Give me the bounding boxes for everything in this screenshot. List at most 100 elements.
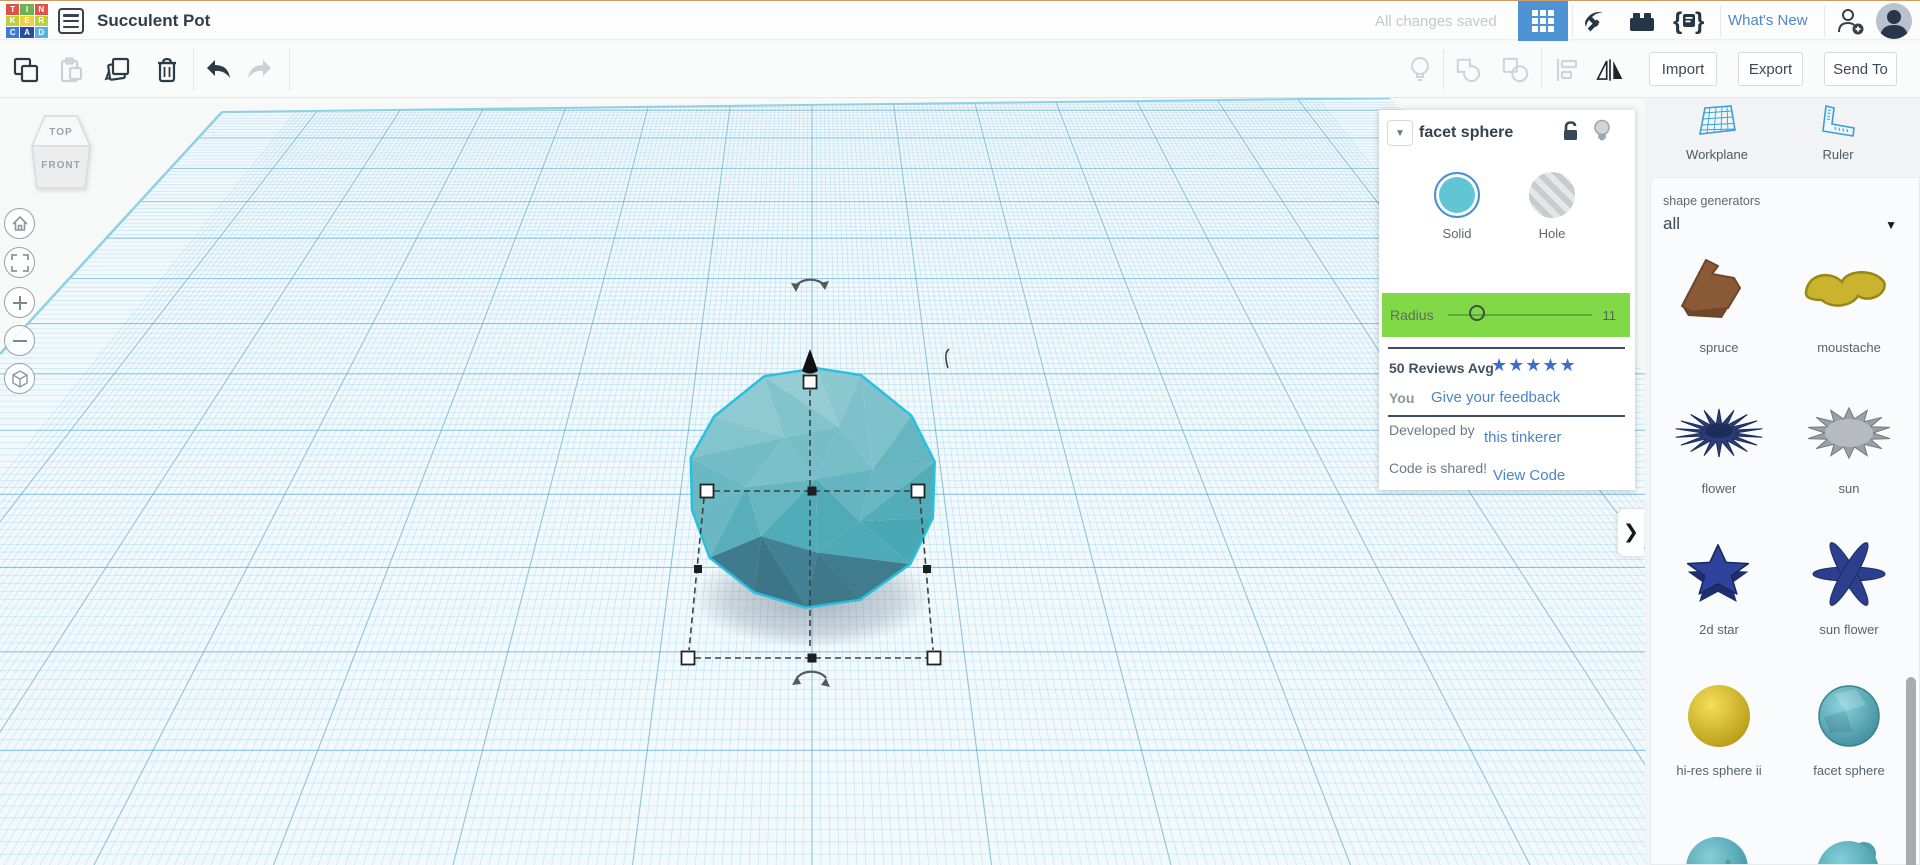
mirror-icon[interactable] xyxy=(1596,56,1624,84)
logo-tile: I xyxy=(20,4,34,15)
zoom-out-button[interactable] xyxy=(4,325,35,356)
developer-link[interactable]: this tinkerer xyxy=(1484,429,1562,446)
perspective-toggle-button[interactable] xyxy=(4,363,35,394)
radius-value: 11 xyxy=(1602,307,1617,323)
svg-text:}: } xyxy=(1695,8,1704,34)
dashboard-grid-button[interactable] xyxy=(1518,1,1568,41)
import-button[interactable]: Import xyxy=(1649,52,1717,86)
inspector-collapse-button[interactable]: ▼ xyxy=(1387,120,1413,146)
logo-tile: D xyxy=(34,27,48,38)
shape-tile-label: sun xyxy=(1838,481,1860,496)
shape-tile-sun-flower[interactable]: sun flower xyxy=(1784,524,1914,665)
edge-handle[interactable] xyxy=(694,565,702,573)
brick-icon[interactable] xyxy=(1625,7,1659,35)
sphere_blob-icon xyxy=(1784,806,1914,864)
design-menu-icon[interactable] xyxy=(58,8,84,34)
logo-tile: K xyxy=(6,15,20,27)
shape-tile-label: facet sphere xyxy=(1813,763,1885,778)
you-label: You xyxy=(1389,390,1415,406)
logo-tile: R xyxy=(34,15,48,27)
export-button[interactable]: Export xyxy=(1738,52,1803,86)
workplane-tool[interactable]: Workplane xyxy=(1657,104,1777,162)
chevron-down-icon[interactable]: ▼ xyxy=(1885,218,1897,232)
lock-icon[interactable] xyxy=(1561,121,1580,146)
star-rating[interactable]: ★★★★★ xyxy=(1491,355,1577,376)
viewcube-front-face[interactable]: FRONT xyxy=(28,160,94,171)
redo-icon[interactable] xyxy=(246,56,274,84)
send-to-button[interactable]: Send To xyxy=(1824,52,1897,86)
separator xyxy=(289,49,290,90)
edge-handle[interactable] xyxy=(807,653,817,663)
shape-tile-flower[interactable]: flower xyxy=(1654,383,1784,524)
shape-tile-moustache[interactable]: moustache xyxy=(1784,242,1914,383)
shape-generators-card: shape generators all ▼ spruce moustache fl… xyxy=(1650,177,1920,865)
shape-tile-label: spruce xyxy=(1699,340,1739,355)
minecraft-pickaxe-icon[interactable] xyxy=(1578,7,1612,35)
ruler-tool[interactable]: Ruler xyxy=(1778,104,1898,162)
home-view-button[interactable] xyxy=(4,208,35,239)
invite-person-icon[interactable] xyxy=(1833,7,1867,35)
design-title: Succulent Pot xyxy=(97,11,211,30)
shape-tile-unnamed[interactable] xyxy=(1784,806,1914,864)
view-code-link[interactable]: View Code xyxy=(1493,467,1565,484)
shape-tile-unnamed[interactable] xyxy=(1654,806,1784,864)
show-all-icon[interactable] xyxy=(1406,56,1434,84)
shape-tile-sun[interactable]: sun xyxy=(1784,383,1914,524)
collapse-panel-handle[interactable]: ❯ xyxy=(1617,508,1644,557)
align-icon[interactable] xyxy=(1553,56,1581,84)
radius-slider-knob[interactable] xyxy=(1469,305,1485,321)
fit-view-button[interactable] xyxy=(4,247,35,278)
copy-icon[interactable] xyxy=(12,56,40,84)
undo-icon[interactable] xyxy=(204,56,232,84)
scale-handle[interactable] xyxy=(802,374,818,390)
scale-handle[interactable] xyxy=(680,650,696,666)
ruler-label: Ruler xyxy=(1822,147,1854,162)
view-cube[interactable]: TOP FRONT xyxy=(28,110,94,198)
radius-parameter-row: Radius 11 xyxy=(1382,293,1630,337)
paste-icon[interactable] xyxy=(57,56,85,84)
sphere_dimpled-icon xyxy=(1654,806,1784,864)
logo-tile: C xyxy=(6,27,20,38)
sidebar-scrollbar[interactable] xyxy=(1906,677,1916,865)
scale-handle[interactable] xyxy=(926,650,942,666)
code-shared-label: Code is shared! xyxy=(1389,460,1488,476)
scale-handle[interactable] xyxy=(699,483,715,499)
generator-filter-select[interactable]: all xyxy=(1663,214,1680,234)
scale-handle[interactable] xyxy=(910,483,926,499)
hole-label: Hole xyxy=(1538,226,1566,241)
shape-tile-label: moustache xyxy=(1817,340,1881,355)
edge-handle[interactable] xyxy=(923,565,931,573)
shape-tile-facet-sphere[interactable]: facet sphere xyxy=(1784,665,1914,806)
shape-tile-label: 2d star xyxy=(1699,622,1739,637)
separator xyxy=(1720,5,1721,37)
ungroup-icon[interactable] xyxy=(1502,56,1530,84)
logo-tile: A xyxy=(20,27,34,38)
delete-icon[interactable] xyxy=(153,56,181,84)
shape-tile-label: flower xyxy=(1701,481,1737,496)
separator xyxy=(1541,49,1542,90)
viewcube-top-face[interactable]: TOP xyxy=(28,127,94,138)
user-avatar[interactable] xyxy=(1876,3,1912,39)
inspector-title: facet sphere xyxy=(1419,124,1514,141)
lightbulb-icon[interactable] xyxy=(1593,119,1611,148)
duplicate-icon[interactable] xyxy=(103,56,131,84)
give-feedback-link[interactable]: Give your feedback xyxy=(1431,389,1560,406)
divider xyxy=(1388,415,1625,417)
radius-label: Radius xyxy=(1390,307,1434,323)
shape-tile-2d-star[interactable]: 2d star xyxy=(1654,524,1784,665)
separator xyxy=(1443,49,1444,90)
edge-handle[interactable] xyxy=(807,486,817,496)
codeblocks-icon[interactable]: { } xyxy=(1672,7,1706,35)
hole-material-option[interactable]: Hole xyxy=(1512,172,1592,241)
grid-icon xyxy=(1532,10,1554,32)
workplane-label: Workplane xyxy=(1686,147,1748,162)
group-icon[interactable] xyxy=(1455,56,1483,84)
svg-text:{: { xyxy=(1673,8,1682,34)
solid-material-option[interactable]: Solid xyxy=(1417,172,1497,241)
shape-tile-spruce[interactable]: spruce xyxy=(1654,242,1784,383)
shape-tile-hi-res-sphere-ii[interactable]: hi-res sphere ii xyxy=(1654,665,1784,806)
reviews-average-label: 50 Reviews Avg xyxy=(1389,360,1494,376)
zoom-in-button[interactable] xyxy=(4,287,35,318)
tinkercad-logo[interactable]: TIN KER CAD xyxy=(6,4,48,38)
whats-new-link[interactable]: What's New xyxy=(1728,12,1808,29)
